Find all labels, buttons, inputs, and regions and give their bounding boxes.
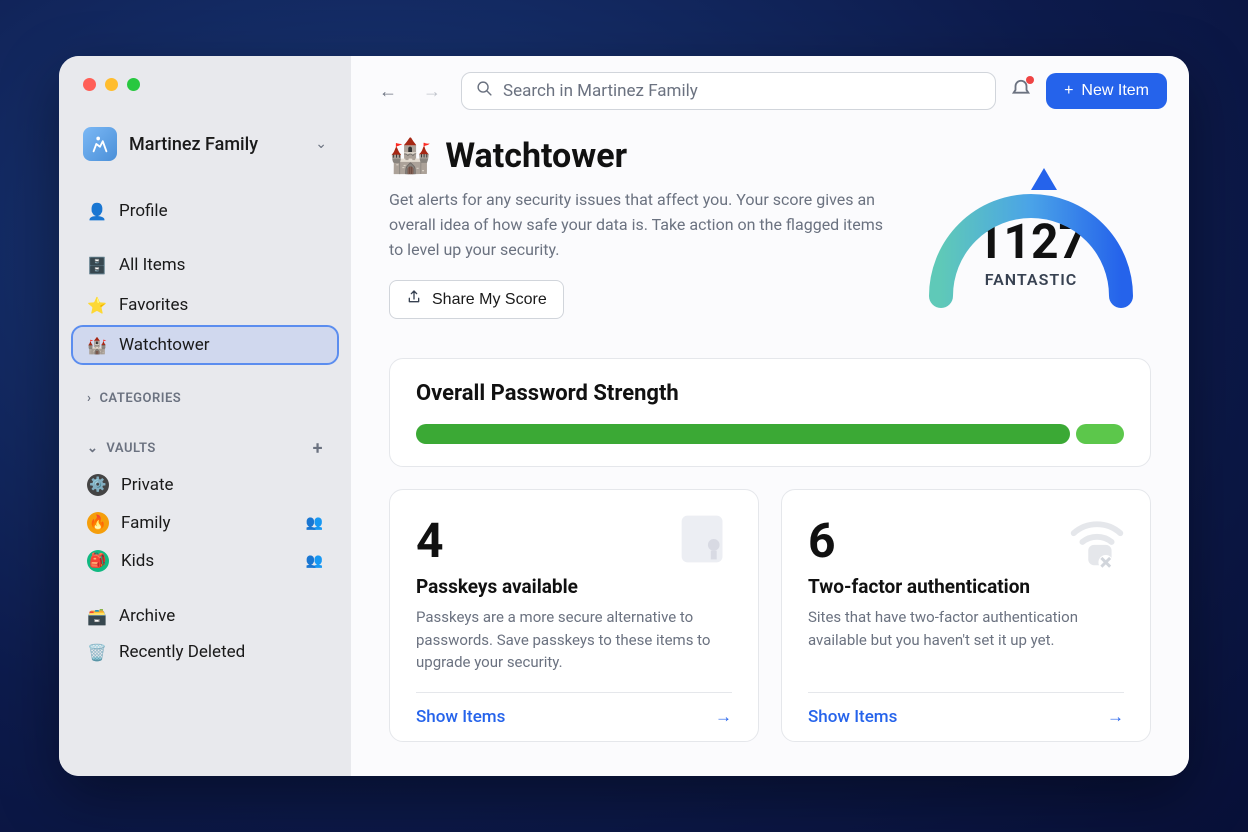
window-controls	[73, 78, 337, 91]
shared-icon: 👥	[306, 515, 323, 531]
maximize-window-button[interactable]	[127, 78, 140, 91]
card-title: Passkeys available	[416, 575, 732, 598]
sidebar-item-label: Archive	[119, 606, 175, 626]
hero-section: 🏰 Watchtower Get alerts for any security…	[389, 136, 1151, 336]
vault-item-kids[interactable]: 🎒 Kids 👥	[73, 543, 337, 579]
vault-name: Kids	[121, 551, 294, 571]
search-placeholder: Search in Martinez Family	[503, 81, 698, 101]
chevron-down-icon: ⌄	[87, 441, 98, 456]
notifications-button[interactable]	[1010, 78, 1032, 105]
share-score-button[interactable]: Share My Score	[389, 280, 564, 319]
strength-segment-good	[1076, 424, 1124, 444]
categories-header[interactable]: › CATEGORIES	[73, 381, 337, 414]
main-panel: ← → Search in Martinez Family + New Item	[351, 56, 1189, 776]
sidebar-item-label: Profile	[119, 201, 168, 221]
sidebar-item-profile[interactable]: 👤 Profile	[73, 193, 337, 229]
vault-icon: 🎒	[87, 550, 109, 572]
sidebar-item-label: Recently Deleted	[119, 642, 245, 662]
plus-icon: +	[1064, 82, 1073, 100]
sidebar-item-label: Favorites	[119, 295, 188, 315]
sidebar-item-favorites[interactable]: ⭐ Favorites	[73, 287, 337, 323]
add-vault-button[interactable]: +	[313, 438, 323, 459]
drawer-icon: 🗄️	[87, 256, 107, 275]
section-label: VAULTS	[106, 441, 155, 456]
chevron-down-icon: ⌄	[315, 136, 327, 152]
twofa-card: 6 Two-factor authentication Sites that h…	[781, 489, 1151, 742]
sidebar-item-watchtower[interactable]: 🏰 Watchtower	[73, 327, 337, 363]
star-icon: ⭐	[87, 296, 107, 315]
new-item-button[interactable]: + New Item	[1046, 73, 1167, 109]
account-name: Martinez Family	[129, 134, 303, 155]
search-input[interactable]: Search in Martinez Family	[461, 72, 996, 110]
share-label: Share My Score	[432, 291, 547, 309]
tower-icon: 🏰	[87, 336, 107, 355]
sidebar-item-recently-deleted[interactable]: 🗑️ Recently Deleted	[73, 635, 337, 669]
arrow-right-icon: →	[1107, 707, 1124, 727]
minimize-window-button[interactable]	[105, 78, 118, 91]
action-label: Show Items	[416, 707, 505, 727]
chevron-right-icon: ›	[87, 391, 91, 406]
vault-icon: 🔥	[87, 512, 109, 534]
app-window: Martinez Family ⌄ 👤 Profile 🗄️ All Items…	[59, 56, 1189, 776]
account-avatar-icon	[83, 127, 117, 161]
sidebar-item-all-items[interactable]: 🗄️ All Items	[73, 247, 337, 283]
show-items-button[interactable]: Show Items →	[808, 692, 1124, 741]
show-items-button[interactable]: Show Items →	[416, 692, 732, 741]
back-button[interactable]: ←	[373, 77, 403, 106]
score-gauge: 1127 FANTASTIC	[911, 136, 1151, 336]
card-title: Two-factor authentication	[808, 575, 1124, 598]
content-area: 🏰 Watchtower Get alerts for any security…	[351, 126, 1189, 776]
sidebar-item-label: All Items	[119, 255, 185, 275]
card-title: Overall Password Strength	[416, 381, 1124, 406]
sidebar-item-label: Watchtower	[119, 335, 210, 355]
archive-icon: 🗃️	[87, 607, 107, 626]
close-window-button[interactable]	[83, 78, 96, 91]
page-title: 🏰 Watchtower	[389, 136, 891, 176]
tower-icon: 🏰	[389, 136, 431, 176]
vault-item-family[interactable]: 🔥 Family 👥	[73, 505, 337, 541]
forward-button[interactable]: →	[417, 77, 447, 106]
section-label: CATEGORIES	[99, 391, 181, 406]
passkeys-card: 4 Passkeys available Passkeys are a more…	[389, 489, 759, 742]
profile-icon: 👤	[87, 202, 107, 221]
new-item-label: New Item	[1081, 82, 1149, 100]
passkey-icon	[670, 504, 740, 578]
search-icon	[476, 80, 493, 102]
card-description: Passkeys are a more secure alternative t…	[416, 606, 732, 674]
vault-name: Family	[121, 513, 294, 533]
vault-item-private[interactable]: ⚙️ Private	[73, 467, 337, 503]
card-description: Sites that have two-factor authenticatio…	[808, 606, 1124, 674]
sidebar: Martinez Family ⌄ 👤 Profile 🗄️ All Items…	[59, 56, 351, 776]
vaults-header[interactable]: ⌄ VAULTS +	[73, 428, 337, 467]
password-strength-card: Overall Password Strength	[389, 358, 1151, 467]
share-icon	[406, 289, 422, 310]
page-description: Get alerts for any security issues that …	[389, 188, 891, 262]
topbar: ← → Search in Martinez Family + New Item	[351, 56, 1189, 126]
action-label: Show Items	[808, 707, 897, 727]
vault-icon: ⚙️	[87, 474, 109, 496]
account-switcher[interactable]: Martinez Family ⌄	[73, 119, 337, 169]
arrow-right-icon: →	[715, 707, 732, 727]
vault-name: Private	[121, 475, 323, 495]
trash-icon: 🗑️	[87, 643, 107, 662]
strength-segment-strong	[416, 424, 1070, 444]
sidebar-item-archive[interactable]: 🗃️ Archive	[73, 599, 337, 633]
lock-wifi-icon	[1062, 504, 1132, 578]
strength-bar	[416, 424, 1124, 444]
shared-icon: 👥	[306, 553, 323, 569]
